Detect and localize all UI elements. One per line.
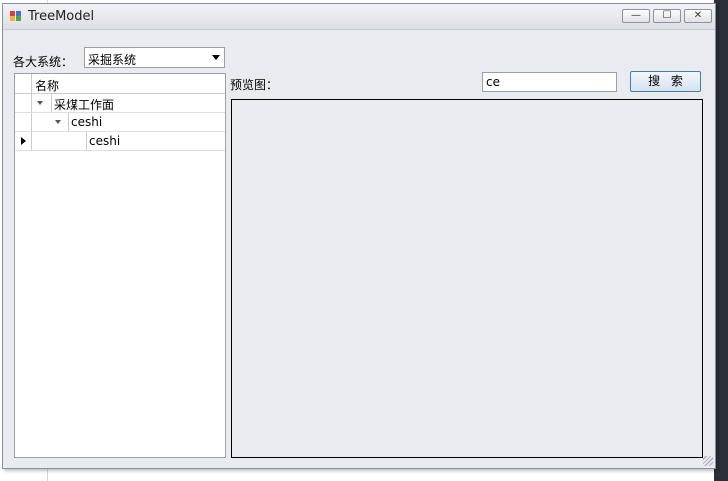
close-icon: ✕ xyxy=(693,10,703,21)
tree-row[interactable]: ceshi xyxy=(15,113,225,132)
tree-row[interactable]: 采煤工作面 xyxy=(15,94,225,113)
tree-cell[interactable]: ceshi xyxy=(68,113,226,131)
system-select[interactable]: 采掘系统 xyxy=(84,47,225,68)
maximize-icon: ☐ xyxy=(662,10,672,21)
tree-header: 名称 xyxy=(15,74,225,94)
system-select-value: 采掘系统 xyxy=(88,53,137,67)
tree-node-label: ceshi xyxy=(71,115,103,129)
preview-image-area xyxy=(231,99,703,458)
window-title: TreeModel xyxy=(28,9,95,24)
resize-grip-icon[interactable] xyxy=(703,456,713,466)
row-selector[interactable] xyxy=(15,113,32,131)
background-edge xyxy=(714,0,728,481)
tree-list[interactable]: 名称 采煤工作面 ceshi ceshi xyxy=(14,73,226,458)
current-row-icon xyxy=(21,137,26,145)
app-icon xyxy=(10,11,22,21)
close-button[interactable]: ✕ xyxy=(684,9,712,23)
row-selector[interactable] xyxy=(15,132,32,150)
column-header-name[interactable]: 名称 xyxy=(35,77,59,94)
maximize-button[interactable]: ☐ xyxy=(653,9,681,23)
minimize-icon: — xyxy=(631,10,641,21)
preview-label: 预览图： xyxy=(230,78,279,92)
tree-cell[interactable]: 采煤工作面 xyxy=(51,94,226,112)
collapse-arrow-icon[interactable] xyxy=(37,101,43,105)
title-bar[interactable]: TreeModel — ☐ ✕ xyxy=(3,4,715,30)
tree-node-label: ceshi xyxy=(89,134,121,148)
chevron-down-icon[interactable] xyxy=(212,55,220,60)
system-label: 各大系统： xyxy=(13,55,74,69)
tree-cell[interactable]: ceshi xyxy=(86,132,226,150)
tree-row[interactable]: ceshi xyxy=(15,132,225,151)
search-input[interactable] xyxy=(482,72,617,92)
header-row-selector xyxy=(15,74,32,93)
minimize-button[interactable]: — xyxy=(622,9,650,23)
search-button[interactable]: 搜索 xyxy=(630,71,701,92)
tree-node-label: 采煤工作面 xyxy=(54,98,115,112)
row-selector[interactable] xyxy=(15,94,32,112)
collapse-arrow-icon[interactable] xyxy=(55,120,61,124)
